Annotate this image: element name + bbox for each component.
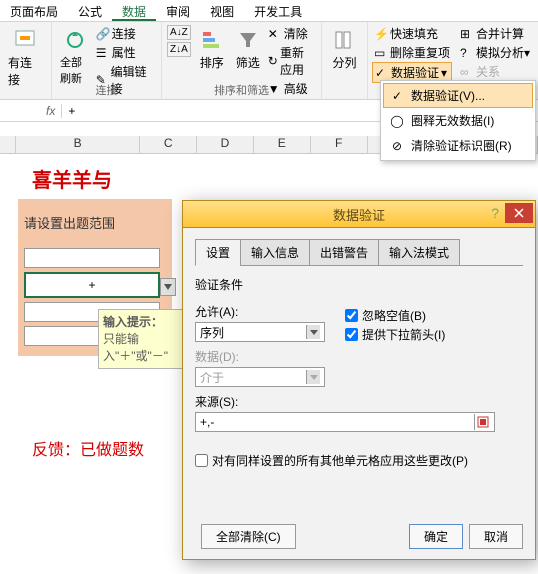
input-tooltip: 输入提示： 只能输入"＋"或"－": [98, 309, 190, 369]
circle-invalid-icon: ◯: [389, 113, 405, 129]
data-validation-dropdown: ✓ 数据验证(V)... ◯ 圈释无效数据(I) ⊘ 清除验证标识圈(R): [380, 80, 536, 161]
group-sort-label: 排序和筛选: [162, 82, 321, 98]
connections-icon: [12, 26, 40, 54]
clear-icon: ✕: [268, 27, 282, 41]
data-validation-dialog: 数据验证 ? 设置 输入信息 出错警告 输入法模式 验证条件 允许(A): 序列…: [182, 200, 536, 560]
existing-connections-button[interactable]: 有连接: [4, 24, 47, 90]
col-header[interactable]: C: [140, 136, 197, 153]
col-header[interactable]: F: [311, 136, 368, 153]
data-label: 数据(D):: [195, 348, 345, 365]
menu-circle-invalid[interactable]: ◯ 圈释无效数据(I): [383, 108, 533, 133]
chevron-down-icon: [306, 370, 320, 384]
validation-icon: ✓: [389, 88, 405, 104]
tab-input-message[interactable]: 输入信息: [240, 239, 310, 266]
sort-az-icon[interactable]: A↓Z: [167, 25, 191, 40]
sheet-title: 喜羊羊与: [18, 154, 172, 199]
chevron-down-icon: [306, 325, 320, 339]
tab-pagelayout[interactable]: 页面布局: [0, 0, 68, 21]
refresh-icon: [61, 26, 89, 54]
relations-button: ∞关系: [458, 62, 532, 81]
tab-ime-mode[interactable]: 输入法模式: [378, 239, 460, 266]
flashfill-icon: ⚡: [374, 27, 388, 41]
chevron-down-icon: ▾: [524, 46, 530, 60]
consolidate-icon: ⊞: [460, 27, 474, 41]
range-picker-button[interactable]: [474, 414, 490, 430]
removedup-icon: ▭: [374, 46, 388, 60]
connections-button[interactable]: 🔗连接: [94, 24, 157, 43]
tab-review[interactable]: 审阅: [156, 0, 200, 21]
dialog-tabs: 设置 输入信息 出错警告 输入法模式: [195, 238, 523, 266]
range-picker-icon: [477, 416, 489, 428]
col-header[interactable]: B: [16, 136, 140, 153]
tab-formulas[interactable]: 公式: [68, 0, 112, 21]
properties-button[interactable]: ☰属性: [94, 43, 157, 62]
ignore-blank-checkbox[interactable]: 忽略空值(B): [345, 307, 445, 324]
dialog-close-button[interactable]: [505, 203, 533, 223]
clear-button[interactable]: ✕清除: [266, 24, 317, 43]
group-conn-label: 连接: [52, 82, 161, 98]
dialog-help-button[interactable]: ?: [491, 205, 499, 221]
operator-cell[interactable]: +: [24, 272, 160, 298]
range-cell-upper[interactable]: [24, 248, 160, 268]
cell-dropdown-arrow[interactable]: [160, 278, 176, 296]
tab-settings[interactable]: 设置: [195, 239, 241, 266]
allow-select[interactable]: 序列: [195, 322, 325, 342]
prompt-text: 请设置出题范围: [24, 205, 166, 244]
text-to-columns-button[interactable]: 分列: [326, 24, 363, 73]
reapply-icon: ↻: [268, 54, 278, 68]
consolidate-button[interactable]: ⊞合并计算: [458, 24, 532, 43]
tab-error-alert[interactable]: 出错警告: [309, 239, 379, 266]
ok-button[interactable]: 确定: [409, 524, 463, 549]
flash-fill-button[interactable]: ⚡快速填充: [372, 24, 452, 43]
col-header[interactable]: E: [254, 136, 311, 153]
select-all-corner[interactable]: [0, 136, 16, 153]
data-select: 介于: [195, 367, 325, 387]
close-icon: [514, 208, 524, 218]
sort-icon: [198, 26, 226, 54]
link-icon: 🔗: [96, 27, 110, 41]
apply-changes-label: 对有同样设置的所有其他单元格应用这些更改(P): [212, 452, 468, 469]
question-panel: 请设置出题范围 + 输入提示： 只能输入"＋"或"－": [18, 199, 172, 356]
clear-circles-icon: ⊘: [389, 138, 405, 154]
texttocol-icon: [331, 26, 359, 54]
properties-icon: ☰: [96, 46, 110, 60]
remove-duplicates-button[interactable]: ▭删除重复项: [372, 43, 452, 62]
col-header[interactable]: D: [197, 136, 254, 153]
cancel-button[interactable]: 取消: [469, 524, 523, 549]
relations-icon: ∞: [460, 65, 474, 79]
menu-clear-circles[interactable]: ⊘ 清除验证标识圈(R): [383, 133, 533, 158]
tab-data[interactable]: 数据: [112, 0, 156, 21]
tab-view[interactable]: 视图: [200, 0, 244, 21]
whatif-icon: ?: [460, 46, 474, 60]
menu-data-validation[interactable]: ✓ 数据验证(V)...: [383, 83, 533, 108]
tab-developer[interactable]: 开发工具: [244, 0, 312, 21]
in-cell-dropdown-checkbox[interactable]: 提供下拉箭头(I): [345, 326, 445, 343]
dialog-titlebar[interactable]: 数据验证 ?: [182, 200, 536, 228]
apply-changes-checkbox[interactable]: [195, 454, 208, 467]
allow-label: 允许(A):: [195, 303, 345, 320]
fx-icon[interactable]: fx: [40, 104, 61, 118]
clear-all-button[interactable]: 全部清除(C): [201, 524, 296, 549]
sort-za-icon[interactable]: Z↓A: [167, 42, 191, 57]
what-if-button[interactable]: ?模拟分析▾: [458, 43, 532, 62]
chevron-down-icon: ▾: [441, 66, 447, 80]
ribbon-tabs: 页面布局 公式 数据 审阅 视图 开发工具: [0, 0, 538, 22]
source-input[interactable]: +,-: [195, 412, 495, 432]
filter-icon: [234, 26, 262, 54]
validation-icon: ✓: [375, 66, 389, 80]
validation-criteria-label: 验证条件: [195, 276, 523, 293]
source-label: 来源(S):: [195, 393, 345, 410]
reapply-button[interactable]: ↻重新应用: [266, 43, 317, 79]
dialog-title: 数据验证: [333, 205, 385, 224]
feedback-text: 反馈：已做题数: [18, 356, 172, 460]
